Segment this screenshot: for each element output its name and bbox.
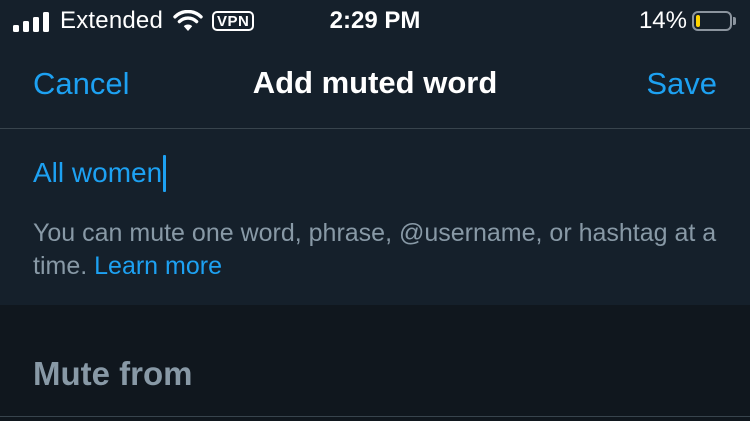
status-bar: Extended VPN 2:29 PM 14% (0, 0, 750, 42)
muted-word-field[interactable]: All women (33, 153, 167, 193)
battery-icon (692, 11, 732, 31)
muted-word-input-section: All women You can mute one word, phrase,… (0, 129, 750, 305)
muted-word-input-value: All women (33, 157, 163, 188)
status-right-group: 14% (639, 7, 736, 35)
mute-from-header: Mute from (33, 355, 193, 392)
muted-word-screen: Extended VPN 2:29 PM 14% Cancel Add mute… (0, 0, 750, 421)
learn-more-link[interactable]: Learn more (94, 252, 222, 280)
page-title: Add muted word (252, 65, 498, 100)
hint-text: You can mute one word, phrase, @username… (33, 217, 733, 283)
nav-bar: Cancel Add muted word Save (0, 42, 750, 129)
battery-percent: 14% (638, 7, 687, 34)
text-cursor (163, 154, 167, 192)
mute-from-section: Mute from (0, 305, 750, 421)
section-divider (0, 416, 750, 417)
save-button[interactable]: Save (646, 66, 717, 102)
battery-level-fill (696, 15, 700, 27)
battery-tip (733, 17, 736, 25)
status-time: 2:29 PM (329, 7, 421, 34)
